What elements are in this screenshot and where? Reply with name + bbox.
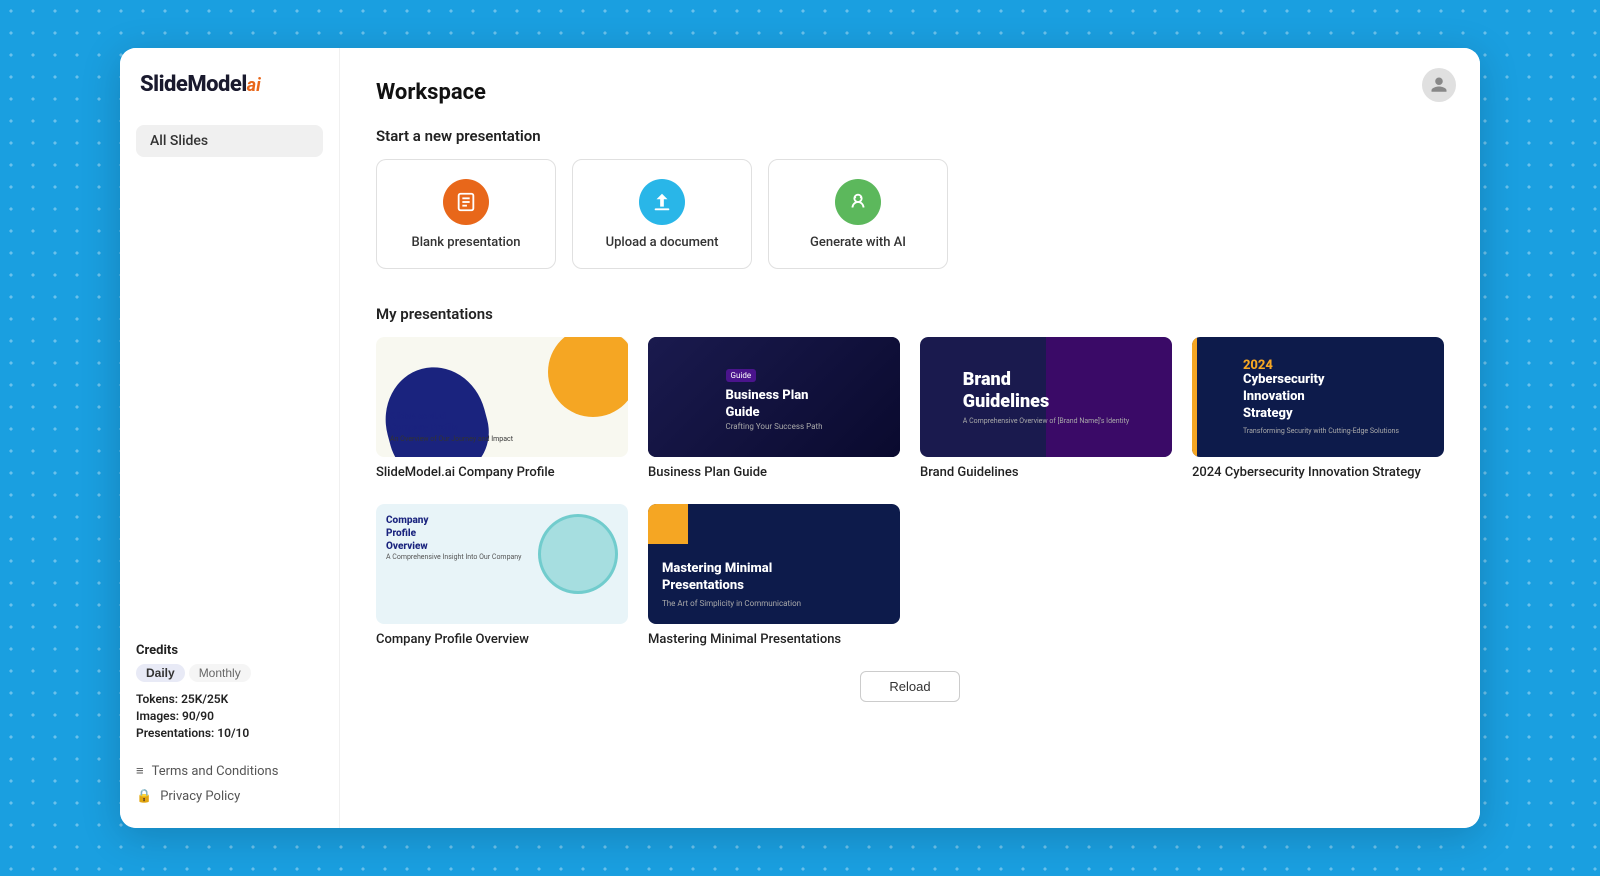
- privacy-icon: 🔒: [136, 789, 152, 804]
- credits-stat-images: Images: 90/90: [136, 709, 323, 723]
- tokens-value: 25K/25K: [181, 692, 228, 706]
- credits-tabs: Daily Monthly: [136, 664, 323, 682]
- upload-icon: [639, 179, 685, 225]
- logo-ai: ai: [247, 75, 261, 96]
- reload-area: Reload: [376, 671, 1444, 702]
- thumb-minimal: Mastering MinimalPresentations The Art o…: [648, 504, 900, 624]
- terms-link[interactable]: ≡ Terms and Conditions: [136, 763, 323, 779]
- credits-section: Credits Daily Monthly Tokens: 25K/25K Im…: [136, 623, 323, 743]
- logo: SlideModelai: [136, 72, 323, 97]
- presentations-grid-row2: CompanyProfileOverview A Comprehensive I…: [376, 504, 1444, 647]
- pres-title-business-plan: Business Plan Guide: [648, 465, 900, 480]
- user-avatar[interactable]: [1422, 68, 1456, 102]
- credits-stat-tokens: Tokens: 25K/25K: [136, 692, 323, 706]
- pres-title-minimal: Mastering Minimal Presentations: [648, 632, 900, 647]
- pres-card-business-plan[interactable]: Guide Business PlanGuide Crafting Your S…: [648, 337, 900, 480]
- credits-tab-daily[interactable]: Daily: [136, 664, 185, 682]
- pres-card-minimal[interactable]: Mastering MinimalPresentations The Art o…: [648, 504, 900, 647]
- sidebar-nav: All Slides: [136, 125, 323, 623]
- logo-text: SlideModel: [140, 72, 247, 97]
- upload-label: Upload a document: [606, 235, 719, 250]
- images-value: 90/90: [182, 709, 214, 723]
- new-card-ai[interactable]: Generate with AI: [768, 159, 948, 269]
- page-title: Workspace: [376, 80, 1444, 105]
- terms-icon: ≡: [136, 763, 144, 779]
- section-my-title: My presentations: [376, 305, 1444, 323]
- credits-title: Credits: [136, 643, 323, 658]
- sidebar-item-all-slides[interactable]: All Slides: [136, 125, 323, 157]
- pres-card-brand[interactable]: BrandGuidelines A Comprehensive Overview…: [920, 337, 1172, 480]
- credits-stat-presentations: Presentations: 10/10: [136, 726, 323, 740]
- main-content: Workspace Start a new presentation Blank…: [340, 48, 1480, 828]
- thumb-overview: CompanyProfileOverview A Comprehensive I…: [376, 504, 628, 624]
- pres-title-cyber: 2024 Cybersecurity Innovation Strategy: [1192, 465, 1444, 480]
- pres-card-company-profile[interactable]: SlideModel.aiCompany Profile An Overview…: [376, 337, 628, 480]
- new-card-blank[interactable]: Blank presentation: [376, 159, 556, 269]
- terms-label: Terms and Conditions: [152, 764, 279, 779]
- sidebar-footer: ≡ Terms and Conditions 🔒 Privacy Policy: [136, 763, 323, 804]
- thumb-cyber: 2024 CybersecurityInnovationStrategy Tra…: [1192, 337, 1444, 457]
- new-presentation-row: Blank presentation Upload a document: [376, 159, 1444, 269]
- blank-label: Blank presentation: [411, 235, 520, 250]
- section-new-title: Start a new presentation: [376, 127, 1444, 145]
- privacy-link[interactable]: 🔒 Privacy Policy: [136, 789, 323, 804]
- thumb-company-profile: SlideModel.aiCompany Profile An Overview…: [376, 337, 628, 457]
- reload-button[interactable]: Reload: [860, 671, 959, 702]
- presentations-grid-row1: SlideModel.aiCompany Profile An Overview…: [376, 337, 1444, 480]
- ai-label: Generate with AI: [810, 235, 906, 250]
- presentations-value: 10/10: [217, 726, 249, 740]
- pres-card-overview[interactable]: CompanyProfileOverview A Comprehensive I…: [376, 504, 628, 647]
- new-card-upload[interactable]: Upload a document: [572, 159, 752, 269]
- thumb-business-plan: Guide Business PlanGuide Crafting Your S…: [648, 337, 900, 457]
- privacy-label: Privacy Policy: [160, 789, 240, 804]
- credits-tab-monthly[interactable]: Monthly: [189, 664, 251, 682]
- pres-title-company-profile: SlideModel.ai Company Profile: [376, 465, 628, 480]
- blank-icon: [443, 179, 489, 225]
- sidebar: SlideModelai All Slides Credits Daily Mo…: [120, 48, 340, 828]
- pres-card-cyber[interactable]: 2024 CybersecurityInnovationStrategy Tra…: [1192, 337, 1444, 480]
- ai-icon: [835, 179, 881, 225]
- pres-title-brand: Brand Guidelines: [920, 465, 1172, 480]
- thumb-brand: BrandGuidelines A Comprehensive Overview…: [920, 337, 1172, 457]
- pres-title-overview: Company Profile Overview: [376, 632, 628, 647]
